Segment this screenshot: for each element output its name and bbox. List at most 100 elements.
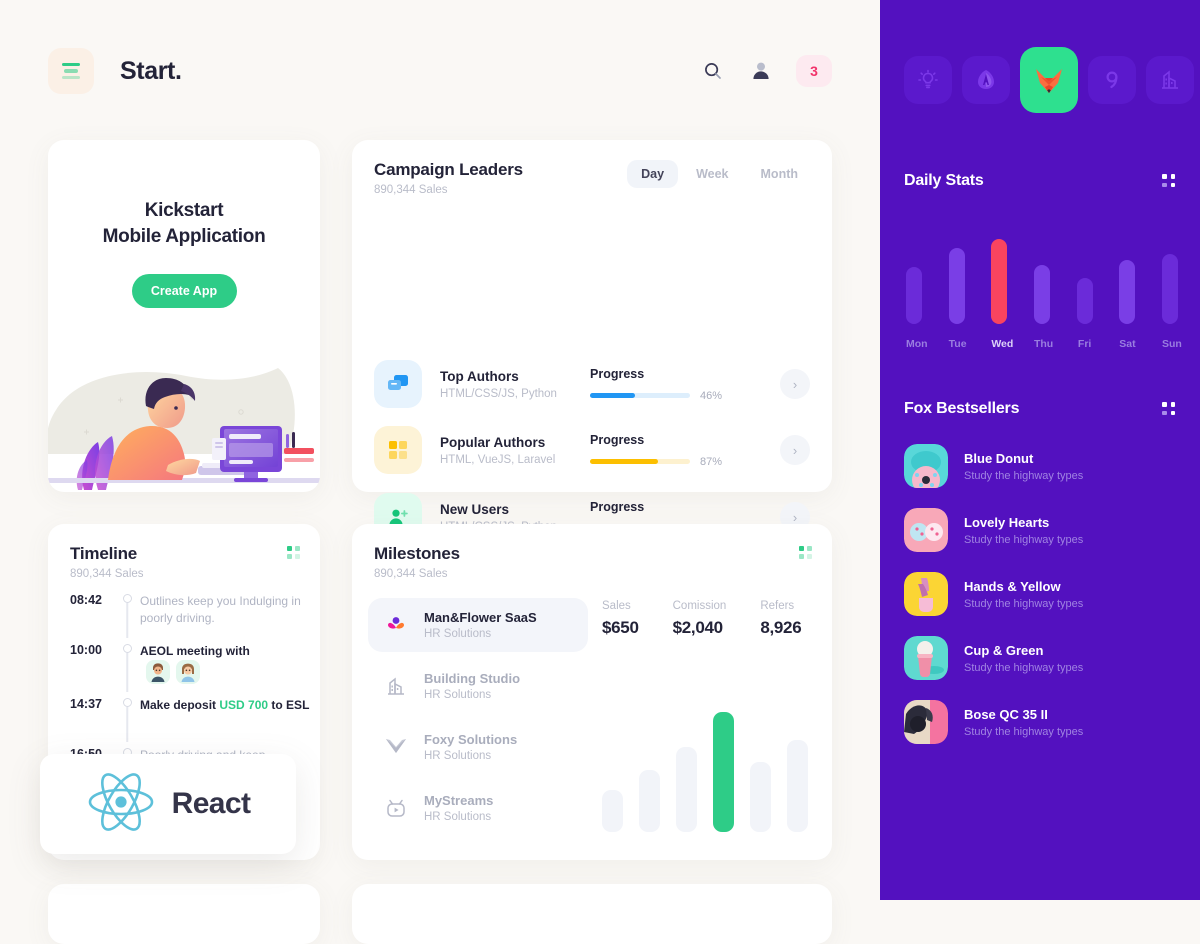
kickstart-title-line2: Mobile Application [102,226,266,248]
bar [750,762,771,832]
daily-stats-title: Daily Stats [904,172,984,189]
grid-dots-icon[interactable] [1162,402,1176,416]
grid-dots-icon[interactable] [799,546,812,559]
react-badge-card[interactable]: React [40,754,296,854]
chevron-right-icon[interactable]: › [780,435,810,465]
axis-tick-label: Mon [906,338,928,350]
dashboard-root: Start. 3 Kickstart Mobile Application Cr… [0,0,1200,944]
timeline-time: 10:00 [70,643,102,657]
create-app-button[interactable]: Create App [131,274,237,309]
top-header-bar: Start. 3 [48,48,832,94]
timeline-marker [114,642,140,693]
milestones-card: Milestones 890,344 Sales Man&Flower SaaS… [352,524,832,860]
bestseller-name: Cup & Green [964,642,1044,658]
bar [787,740,808,832]
list-item[interactable]: Hands & Yellow Study the highway types [904,562,1176,626]
react-label: React [171,787,251,820]
list-item[interactable]: Cup & Green Study the highway types [904,626,1176,690]
bar [676,747,697,832]
list-item[interactable]: Bose QC 35 II Study the highway types [904,690,1176,754]
stat-label: Sales [602,600,631,612]
bar [713,712,734,832]
axis-tick-label: Tue [948,338,967,350]
milestones-header: Milestones 890,344 Sales [374,544,460,580]
list-item[interactable]: Blue Donut Study the highway types [904,434,1176,498]
grid-dots-icon[interactable] [287,546,300,559]
timeline-subtitle: 890,344 Sales [70,568,144,580]
timeline-connector [126,707,128,743]
flower-icon [382,613,410,637]
headphone-photo [904,700,948,744]
milestone-text: MyStreams HR Solutions [424,793,493,823]
cup-photo [904,636,948,680]
milestone-text: Man&Flower SaaS HR Solutions [424,610,537,640]
avatar[interactable] [176,660,200,685]
bar [991,239,1008,324]
list-item[interactable]: Building Studio HR Solutions [368,659,588,713]
timeline-dot-icon [122,594,132,603]
grid-squares-icon [374,426,422,474]
notification-badge[interactable]: 3 [796,55,832,87]
donut-photo [904,444,948,488]
hamburger-bar-1 [62,62,80,67]
list-item[interactable]: Foxy Solutions HR Solutions [368,720,588,774]
campaign-row-text: Top Authors HTML/CSS/JS, Python [440,369,590,400]
stat-label: Comission [672,600,727,612]
bestseller-name: Hands & Yellow [964,578,1061,594]
building-icon[interactable] [1146,56,1194,104]
list-item[interactable]: 14:37 Make deposit USD 700 to ESL [70,696,310,743]
bestseller-text: Bose QC 35 II Study the highway types [964,707,1083,738]
hands-photo [904,572,948,616]
timeline-connector [126,653,128,693]
timeline-text-row: AEOL meeting with [140,642,310,685]
campaign-header: Campaign Leaders 890,344 Sales [374,160,523,196]
bar [602,790,623,832]
bestseller-sub: Study the highway types [964,533,1084,546]
bar [948,247,965,324]
grid-dots-icon[interactable] [1162,174,1176,188]
fox-chevron-icon [382,736,410,758]
list-item[interactable]: Man&Flower SaaS HR Solutions [368,598,588,652]
list-item[interactable]: 08:42 Outlines keep you Indulging in poo… [70,592,310,638]
progress-track [590,393,690,398]
stat-value: $2,040 [672,618,724,637]
bottom-right-card[interactable] [352,884,832,944]
lightbulb-icon[interactable] [904,56,952,104]
list-item[interactable]: MyStreams HR Solutions [368,781,588,835]
milestone-sub: HR Solutions [424,689,492,701]
timeline-header: Timeline 890,344 Sales [70,544,144,580]
bestseller-text: Blue Donut Study the highway types [964,451,1083,482]
angular-arrow-icon[interactable] [962,56,1010,104]
user-account-icon[interactable] [748,58,774,84]
milestones-bar-chart [602,702,812,832]
tab-month[interactable]: Month [747,160,812,188]
campaign-row[interactable]: Popular Authors HTML, VueJS, Laravel Pro… [374,426,810,474]
chat-bubbles-icon [374,360,422,408]
list-item[interactable]: Lovely Hearts Study the highway types [904,498,1176,562]
bottom-left-card[interactable] [48,884,320,944]
progress-fill [590,459,658,464]
tab-week[interactable]: Week [682,160,742,188]
progress-fill [590,393,636,398]
milestone-name: MyStreams [424,793,494,808]
tab-day[interactable]: Day [627,160,679,188]
milestone-stats: Sales $650 Comission $2,040 Refers 8,926 [602,600,802,638]
list-item[interactable]: 10:00 AEOL meeting with [70,642,310,693]
spiral-nine-icon[interactable] [1088,56,1136,104]
fox-logo-icon[interactable] [1020,47,1078,113]
search-icon[interactable] [700,58,726,84]
bestseller-text: Hands & Yellow Study the highway types [964,579,1083,610]
campaign-progress-percent: 87% [700,455,723,468]
page-title: Start. [120,56,182,85]
hamburger-menu-icon[interactable] [48,48,94,94]
campaign-row[interactable]: Top Authors HTML/CSS/JS, Python Progress… [374,360,810,408]
kickstart-title-line1: Kickstart [144,200,224,221]
timeline-avatars [146,660,200,685]
daily-stats-header: Daily Stats [904,172,1176,190]
timeline-marker [114,592,140,638]
campaign-row-name: Top Authors [440,368,519,384]
chevron-right-icon[interactable]: › [780,369,810,399]
timeline-connector [126,603,128,638]
avatar[interactable] [146,660,170,685]
axis-tick-label: Sat [1119,338,1136,350]
